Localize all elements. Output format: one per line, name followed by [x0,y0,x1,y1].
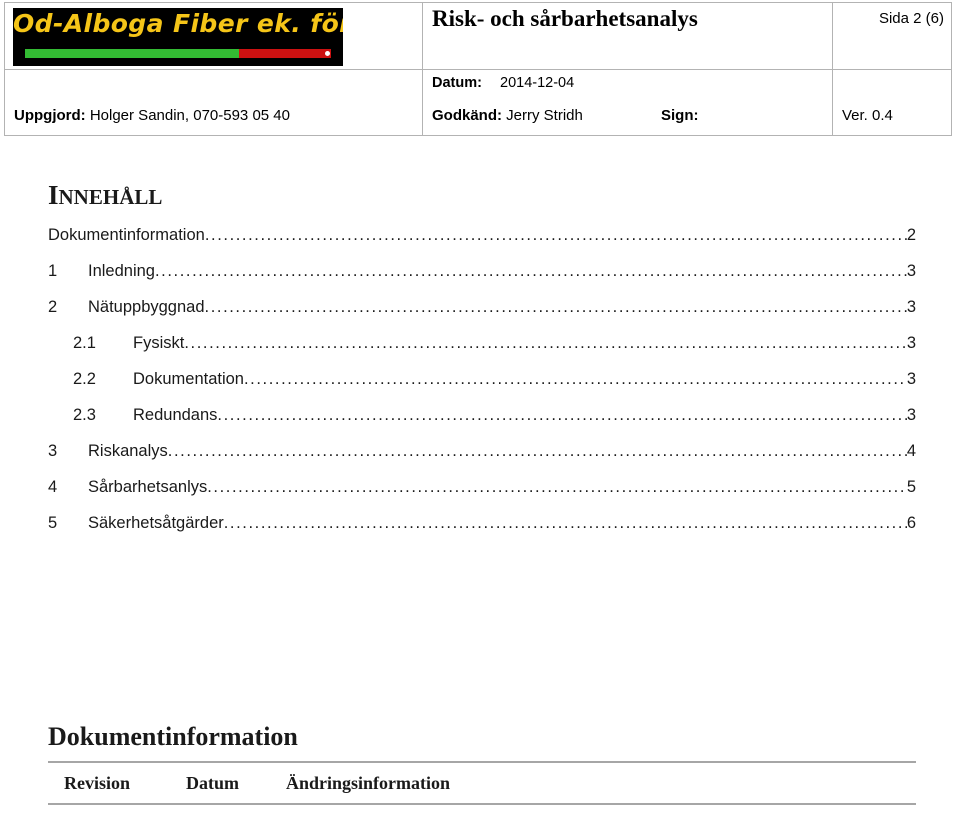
toc-entry-label: Riskanalys [88,442,168,460]
toc-entry-number: 2.2 [73,370,96,388]
toc-entry-leader: ........................................… [184,334,906,352]
document-info-column-header: Ändringsinformation [286,763,916,805]
godkand-label: Godkänd: [432,107,502,124]
toc-entry-number: 1 [48,262,58,280]
uppgjord-value: Holger Sandin, 070-593 05 40 [89,107,290,124]
document-info-column-header: Revision [48,763,186,805]
toc-entry-label: Dokumentation [133,370,244,388]
toc-entry-leader: ........................................… [204,298,907,316]
company-logo: Od-Alboga Fiber ek. för. [13,8,343,66]
toc-entry-page: 3 [906,262,916,280]
toc-entry-page: 4 [906,442,916,460]
toc-entry[interactable]: 2.2 Dokumentation........................… [48,370,916,406]
toc-entry-number: 2.1 [73,334,96,352]
toc-entry-page: 3 [906,406,916,424]
toc-entry[interactable]: 2.1 Fysiskt..............................… [48,334,916,370]
logo-accent-bar [25,49,331,58]
toc-entry-label: Nätuppbyggnad [88,298,205,316]
toc-entry-leader: ........................................… [204,226,907,244]
toc-entry[interactable]: Dokumentinformation.....................… [48,226,916,262]
toc-entry-label: Redundans [133,406,218,424]
document-info-heading: Dokumentinformation [48,722,298,751]
toc-entry[interactable]: 2 Nätuppbyggnad..........................… [48,298,916,334]
logo-accent-bar-green [25,49,240,58]
toc-entry-leader: ........................................… [207,478,907,496]
toc-entry[interactable]: 1 Inledning..............................… [48,262,916,298]
toc-entry-number: 3 [48,442,58,460]
toc-entry-page: 3 [906,298,916,316]
toc-heading: INNEHÅLL [48,180,162,211]
header-cell-version [832,68,952,136]
toc-entry-page: 6 [906,514,916,532]
toc-entry-leader: ........................................… [167,442,907,460]
document-info-header-row: Revision Datum Ändringsinformation [48,763,916,805]
toc-entry-label: Fysiskt [133,334,185,352]
toc-entry-label: Inledning [88,262,155,280]
toc-entry[interactable]: 4 Sårbarhetsanlys........................… [48,478,916,514]
godkand-value: Jerry Stridh [506,107,583,124]
toc-entry-label: Sårbarhetsanlys [88,478,208,496]
toc-entry-number: 5 [48,514,58,532]
toc-entry-page: 5 [906,478,916,496]
toc-list: Dokumentinformation.....................… [48,226,916,550]
toc-entry-page: 2 [906,226,916,244]
datum-label: Datum: [432,75,482,91]
toc-entry-number: 2 [48,298,58,316]
company-logo-text: Od-Alboga Fiber ek. för. [13,9,343,38]
toc-entry-label: Säkerhetsåtgärder [88,514,224,532]
logo-accent-bar-dot [325,51,330,56]
toc-heading-first-letter: I [48,180,59,210]
document-info-table: Revision Datum Ändringsinformation [48,763,916,805]
toc-entry-leader: ........................................… [243,370,907,388]
toc-entry[interactable]: 3 Riskanalys.............................… [48,442,916,478]
document-info-column-header: Datum [186,763,286,805]
toc-entry-label: Dokumentinformation [48,226,205,244]
godkand-field: Godkänd: Jerry Stridh [432,107,583,124]
document-title: Risk- och sårbarhetsanalys [432,6,698,31]
toc-entry[interactable]: 5 Säkerhetsåtgärder......................… [48,514,916,550]
version-value: Ver. 0.4 [842,107,893,124]
uppgjord-label: Uppgjord: [14,107,86,124]
toc-entry-number: 2.3 [73,406,96,424]
datum-field: Datum: 2014-12-04 [432,75,574,91]
toc-entry-page: 3 [906,334,916,352]
page-indicator: Sida 2 (6) [878,10,944,27]
toc-entry-page: 3 [906,370,916,388]
uppgjord-field: Uppgjord: Holger Sandin, 070-593 05 40 [14,107,290,124]
toc-entry-leader: ........................................… [217,406,906,424]
header-cell-uppgjord [4,68,423,136]
toc-entry-leader: ........................................… [154,262,907,280]
sign-label: Sign: [661,107,699,124]
toc-heading-rest: NNEHÅLL [58,185,163,209]
datum-value: 2014-12-04 [500,75,575,91]
toc-entry[interactable]: 2.3 Redundans............................… [48,406,916,442]
toc-entry-leader: ........................................… [223,514,907,532]
toc-entry-number: 4 [48,478,58,496]
